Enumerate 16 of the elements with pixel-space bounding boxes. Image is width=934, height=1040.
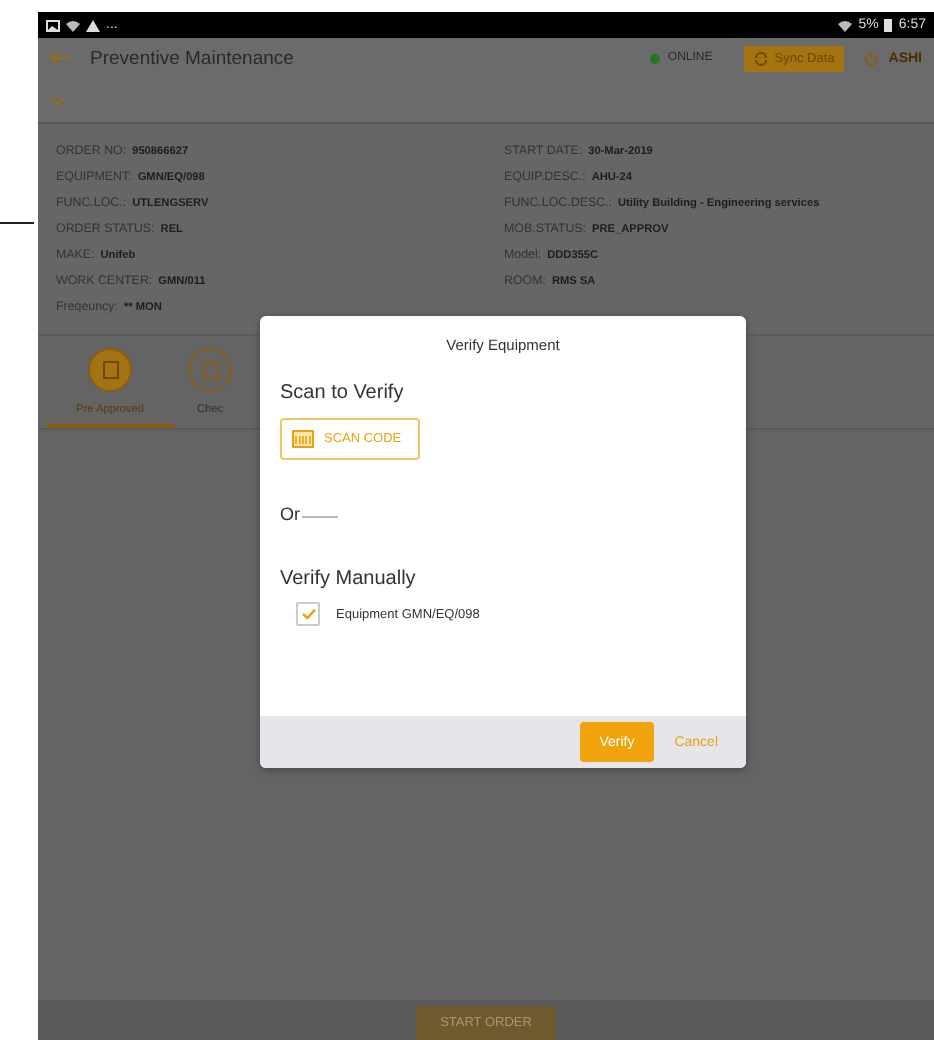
section-heading: Verify Manually <box>280 568 418 590</box>
image-icon <box>46 19 60 31</box>
checkmark-icon <box>301 608 315 620</box>
battery-icon <box>884 18 893 32</box>
sync-icon <box>754 51 769 65</box>
screen-title: Preventive Maintenance <box>90 47 296 69</box>
section-heading: Scan to Verify <box>280 382 406 404</box>
wifi-icon <box>66 19 80 31</box>
or-label: Or <box>280 504 300 524</box>
wifi-icon <box>838 19 853 31</box>
back-arrow-icon[interactable] <box>50 50 70 66</box>
power-icon[interactable] <box>864 51 879 65</box>
checkbox[interactable] <box>296 602 320 626</box>
barcode-card-icon <box>292 430 314 448</box>
warning-icon <box>86 19 100 31</box>
chevron-down-icon[interactable] <box>50 95 66 105</box>
